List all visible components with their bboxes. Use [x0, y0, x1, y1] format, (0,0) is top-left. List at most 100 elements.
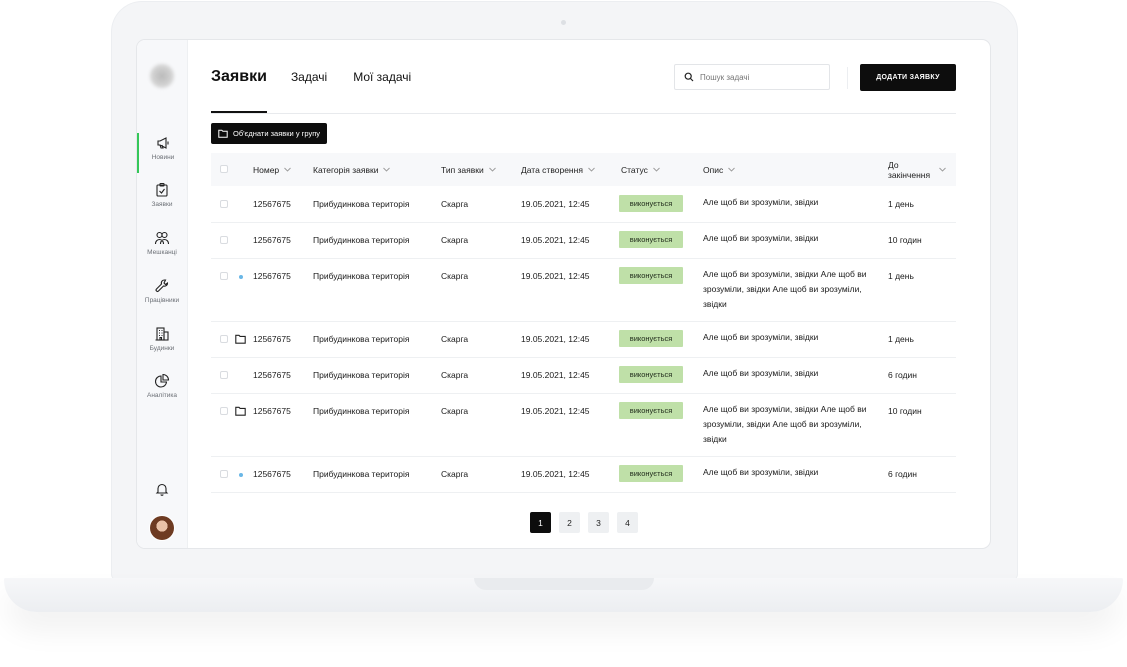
cell-date: 19.05.2021, 12:45: [521, 370, 590, 380]
sidebar-item-buildings[interactable]: Будинки: [137, 324, 187, 364]
sidebar-item-news[interactable]: Новини: [137, 133, 187, 173]
cell-number: 12567675: [253, 199, 291, 209]
cell-number: 12567675: [253, 235, 291, 245]
status-badge: виконується: [619, 465, 683, 482]
cell-deadline: 1 день: [888, 199, 914, 209]
column-header-type[interactable]: Тип заявки: [441, 153, 496, 186]
table-row[interactable]: 12567675 Прибудинкова територія Скарга 19.0…: [211, 322, 956, 358]
merge-group-button[interactable]: Об'єднати заявки у групу: [211, 123, 328, 144]
select-all-checkbox[interactable]: [220, 165, 228, 173]
status-badge: виконується: [619, 195, 683, 212]
page-button-3[interactable]: 3: [588, 512, 609, 533]
sidebar-item-analytics[interactable]: Аналітика: [137, 371, 187, 411]
chevron-down-icon: [653, 167, 660, 172]
unread-dot: [239, 473, 243, 477]
column-header-deadline[interactable]: До закінчення: [888, 153, 950, 186]
search-box[interactable]: [674, 64, 830, 90]
header-separator: [847, 67, 848, 89]
cell-deadline: 1 день: [888, 334, 914, 344]
sidebar-item-label: Працівники: [144, 297, 180, 304]
header-divider: [211, 113, 956, 114]
row-checkbox[interactable]: [220, 407, 228, 415]
column-header-status[interactable]: Статус: [621, 153, 660, 186]
row-checkbox[interactable]: [220, 470, 228, 478]
merge-group-label: Об'єднати заявки у групу: [233, 129, 321, 138]
cell-type: Скарга: [441, 199, 469, 209]
sidebar-item-label: Новини: [151, 154, 175, 161]
tab-my-tasks[interactable]: Мої задачі: [353, 70, 411, 84]
chevron-down-icon: [939, 167, 946, 172]
status-badge: виконується: [619, 402, 683, 419]
cell-date: 19.05.2021, 12:45: [521, 235, 590, 245]
wrench-icon: [155, 279, 169, 292]
user-avatar[interactable]: [150, 516, 174, 540]
column-header-category[interactable]: Категорія заявки: [313, 153, 391, 186]
sidebar-item-requests[interactable]: Заявки: [137, 180, 187, 220]
cell-type: Скарга: [441, 334, 469, 344]
cell-category: Прибудинкова територія: [313, 199, 410, 209]
column-header-date[interactable]: Дата створення: [521, 153, 595, 186]
camera-dot: [561, 20, 566, 25]
row-checkbox[interactable]: [220, 371, 228, 379]
folder-icon: [218, 129, 228, 138]
cell-number: 12567675: [253, 370, 291, 380]
brand-logo: [150, 64, 174, 88]
laptop-notch: [474, 578, 654, 590]
cell-description: Але щоб ви зрозуміли, звідки Але щоб ви …: [703, 269, 867, 309]
cell-type: Скарга: [441, 271, 469, 281]
users-icon: [154, 231, 170, 245]
building-icon: [155, 327, 169, 341]
sidebar-item-label: Мешканці: [147, 249, 177, 256]
cell-date: 19.05.2021, 12:45: [521, 469, 590, 479]
column-header-description[interactable]: Опис: [703, 153, 736, 186]
search-input[interactable]: [700, 72, 820, 82]
sidebar-item-label: Заявки: [151, 201, 173, 208]
clipboard-check-icon: [156, 182, 168, 197]
column-header-number[interactable]: Номер: [253, 153, 291, 186]
cell-category: Прибудинкова територія: [313, 370, 410, 380]
cell-category: Прибудинкова територія: [313, 271, 410, 281]
table-row[interactable]: 12567675 Прибудинкова територія Скарга 19.0…: [211, 457, 956, 493]
header-tabs: Заявки Задачі Мої задачі: [211, 68, 437, 86]
folder-icon: [235, 334, 246, 344]
table-row[interactable]: 12567675 Прибудинкова територія Скарга 19.0…: [211, 394, 956, 457]
row-checkbox[interactable]: [220, 236, 228, 244]
sidebar-item-label: Будинки: [149, 345, 175, 352]
sidebar-item-label: Аналітика: [147, 392, 177, 399]
sidebar-item-residents[interactable]: Мешканці: [137, 228, 187, 268]
cell-date: 19.05.2021, 12:45: [521, 199, 590, 209]
add-request-button[interactable]: ДОДАТИ ЗАЯВКУ: [860, 64, 956, 91]
cell-deadline: 10 годин: [888, 235, 922, 245]
row-checkbox[interactable]: [220, 272, 228, 280]
cell-type: Скарга: [441, 370, 469, 380]
row-checkbox[interactable]: [220, 335, 228, 343]
cell-deadline: 6 годин: [888, 370, 917, 380]
page-button-1[interactable]: 1: [530, 512, 551, 533]
search-icon: [684, 72, 694, 82]
row-checkbox[interactable]: [220, 200, 228, 208]
cell-date: 19.05.2021, 12:45: [521, 334, 590, 344]
sidebar-item-workers[interactable]: Працівники: [137, 276, 187, 316]
table-row[interactable]: 12567675 Прибудинкова територія Скарга 19.0…: [211, 223, 956, 259]
page-button-2[interactable]: 2: [559, 512, 580, 533]
table-row[interactable]: 12567675 Прибудинкова територія Скарга 19.0…: [211, 187, 956, 223]
page-button-4[interactable]: 4: [617, 512, 638, 533]
cell-category: Прибудинкова територія: [313, 235, 410, 245]
chevron-down-icon: [728, 167, 736, 172]
megaphone-icon: [157, 137, 169, 149]
cell-description: Але щоб ви зрозуміли, звідки: [703, 467, 819, 477]
cell-description: Але щоб ви зрозуміли, звідки: [703, 368, 819, 378]
status-badge: виконується: [619, 267, 683, 284]
cell-date: 19.05.2021, 12:45: [521, 406, 590, 416]
cell-description: Але щоб ви зрозуміли, звідки: [703, 197, 819, 207]
chevron-down-icon: [588, 167, 595, 172]
status-badge: виконується: [619, 366, 683, 383]
chevron-down-icon: [284, 167, 291, 172]
bell-icon[interactable]: [155, 482, 169, 496]
table-row[interactable]: 12567675 Прибудинкова територія Скарга 19.0…: [211, 358, 956, 394]
tab-tasks[interactable]: Задачі: [291, 70, 327, 84]
cell-number: 12567675: [253, 406, 291, 416]
cell-type: Скарга: [441, 406, 469, 416]
table-row[interactable]: 12567675 Прибудинкова територія Скарга 19.0…: [211, 259, 956, 322]
tab-requests[interactable]: Заявки: [211, 68, 267, 86]
